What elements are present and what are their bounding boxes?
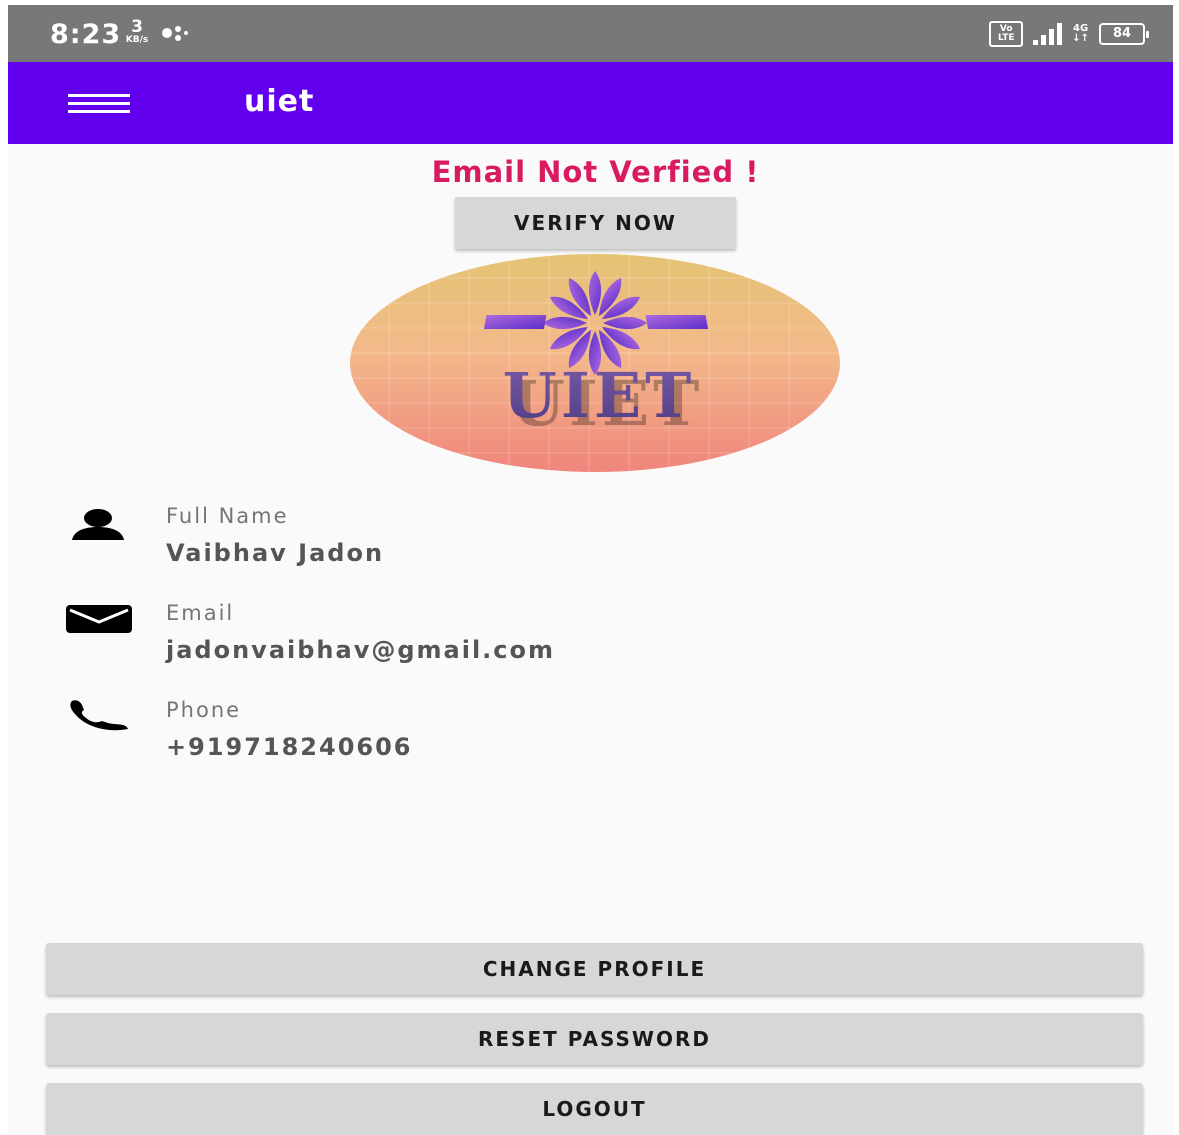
network-type-icon: 4G ↓↑ [1072,24,1089,44]
status-indicators: Vo LTE 4G ↓↑ 84 [989,20,1149,48]
assistant-dots-icon [162,26,188,41]
logout-button[interactable]: LOGOUT [46,1083,1143,1135]
signal-bar [1033,40,1039,45]
full-name-label: Full Name [166,504,289,528]
volte-line2: LTE [997,33,1015,43]
app-bar: uiet [8,62,1173,144]
status-bar: 8:23 3 KB/s Vo LTE 4G ↓↑ 84 [8,5,1173,62]
mail-icon [66,605,132,633]
email-value: jadonvaibhav@gmail.com [166,636,556,664]
signal-bar [1057,23,1063,45]
phone-icon [70,700,128,731]
hamburger-menu-icon[interactable] [68,94,130,114]
data-arrows-icon: ↓↑ [1072,33,1089,44]
volte-icon: Vo LTE [989,21,1024,47]
uiet-logo: UIET UIET [350,254,840,472]
network-speed-unit: KB/s [125,35,149,45]
logo-text: UIET [503,359,695,432]
status-time: 8:23 [50,19,122,50]
network-speed: 3 KB/s [120,19,154,45]
phone-value: +919718240606 [166,733,413,761]
email-not-verified-text: Email Not Verfied ! [431,155,760,189]
phone-label: Phone [166,698,242,722]
signal-bar [1049,29,1055,45]
email-label: Email [166,601,235,625]
verify-now-button[interactable]: VERIFY NOW [455,197,736,249]
person-icon [72,509,124,540]
reset-password-button[interactable]: RESET PASSWORD [46,1013,1143,1065]
app-screen: 8:23 3 KB/s Vo LTE 4G ↓↑ 84 uiet Email N… [8,5,1173,1135]
change-profile-button[interactable]: CHANGE PROFILE [46,943,1143,995]
network-speed-value: 3 [131,17,143,37]
signal-strength-icon [1033,23,1063,45]
battery-level: 84 [1112,26,1132,41]
signal-bar [1041,35,1047,45]
full-name-value: Vaibhav Jadon [166,539,385,567]
app-title: uiet [244,84,315,119]
battery-icon: 84 [1099,23,1149,45]
